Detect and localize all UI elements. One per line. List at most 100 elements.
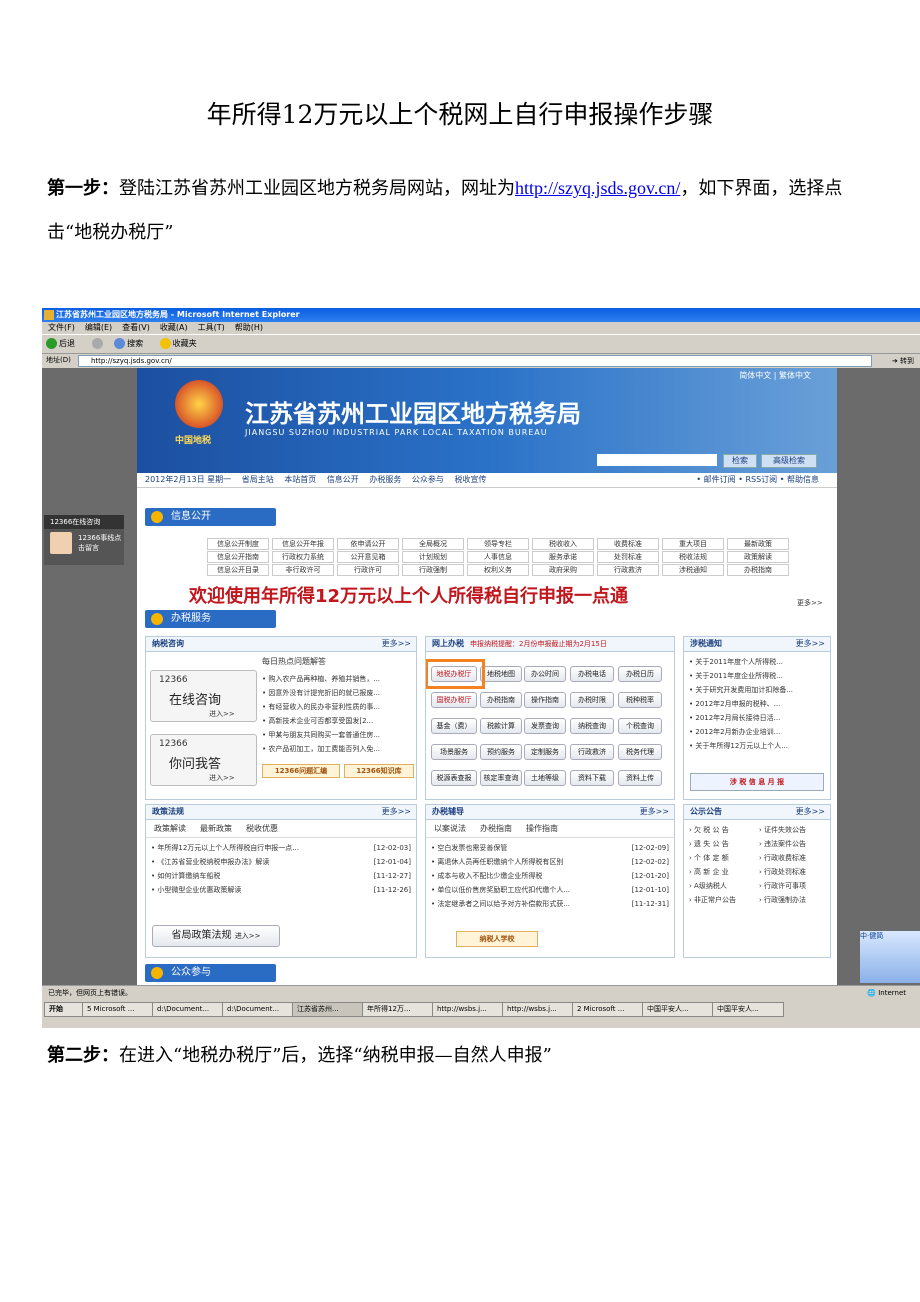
scene-service-button[interactable]: 场景服务: [431, 744, 477, 760]
tab-tax-incentive[interactable]: 税收优惠: [246, 824, 278, 833]
hot-question-item[interactable]: • 高新技术企业可否都享受国发[2...: [262, 714, 380, 728]
info-link[interactable]: 税收收入: [532, 538, 594, 550]
faq-compilation-button[interactable]: 12366问题汇编: [262, 764, 340, 778]
tax-map-button[interactable]: 地税地图: [480, 666, 522, 682]
guide-item[interactable]: • 离退休人员再任职缴纳个人所得税有区别 [12-02-02]: [431, 855, 669, 869]
taskbar-item[interactable]: d:\Document...: [222, 1002, 294, 1017]
tax-monthly-report-button[interactable]: 涉 税 信 息 月 报: [690, 773, 824, 791]
info-link[interactable]: 全局概况: [402, 538, 464, 550]
advanced-search-button[interactable]: 高级检索: [761, 454, 817, 468]
info-link[interactable]: 办税指南: [727, 564, 789, 576]
info-link[interactable]: 税收法规: [662, 551, 724, 563]
address-input[interactable]: http://szyq.jsds.gov.cn/: [78, 355, 872, 367]
info-link[interactable]: 政策解读: [727, 551, 789, 563]
start-button[interactable]: 开始: [44, 1002, 84, 1017]
tab-policy-reading[interactable]: 政策解读: [154, 824, 186, 833]
menu-edit[interactable]: 编辑(E): [85, 323, 112, 332]
guide-item[interactable]: • 空白发票也需妥善保管 [12-02-09]: [431, 841, 669, 855]
back-button[interactable]: 后退: [46, 338, 82, 349]
tab-tax-guide[interactable]: 办税指南: [480, 824, 512, 833]
hot-question-item[interactable]: • 农产品初加工，加工费能否列入免...: [262, 742, 380, 756]
policy-more-link[interactable]: 更多>>: [382, 805, 411, 819]
guide-more-link[interactable]: 更多>>: [640, 805, 669, 819]
menu-tools[interactable]: 工具(T): [198, 323, 225, 332]
taskbar-item[interactable]: http://wsbs.j...: [502, 1002, 574, 1017]
menu-file[interactable]: 文件(F): [48, 323, 75, 332]
notice-item[interactable]: • 关于研究开发费用加计扣除备...: [689, 683, 825, 697]
language-switch[interactable]: 简体中文 | 繁体中文: [739, 370, 811, 381]
info-link[interactable]: 计划规划: [402, 551, 464, 563]
tax-time-limit-button[interactable]: 办税时限: [570, 692, 614, 708]
provincial-policy-button[interactable]: 省局政策法规 进入>>: [152, 925, 280, 947]
source-report-button[interactable]: 税源表查报: [431, 770, 477, 786]
info-link[interactable]: 行政许可: [337, 564, 399, 576]
guide-item[interactable]: • 单位以低价售房奖励职工应代扣代缴个人... [12-01-10]: [431, 883, 669, 897]
go-button[interactable]: ➔ 转到: [892, 355, 914, 368]
tax-rate-button[interactable]: 税种税率: [618, 692, 662, 708]
notice-more-link[interactable]: 更多>>: [796, 637, 825, 651]
info-link[interactable]: 非行政许可: [272, 564, 334, 576]
download-button[interactable]: 资料下载: [570, 770, 614, 786]
guide-item[interactable]: • 法定继承者之间以给予对方补偿款形式获... [11-12-31]: [431, 897, 669, 911]
tab-case-law[interactable]: 以案说法: [434, 824, 466, 833]
menu-favorites[interactable]: 收藏(A): [160, 323, 188, 332]
hot-question-item[interactable]: • 甲某与朋友共同购买一套普通住房...: [262, 728, 380, 742]
hot-question-item[interactable]: • 因意外没有计提完折旧的就已报废...: [262, 686, 380, 700]
info-link[interactable]: 处罚标准: [597, 551, 659, 563]
online-consult-box[interactable]: 12366 在线咨询 进入>>: [150, 670, 257, 722]
info-link[interactable]: 公开意见箱: [337, 551, 399, 563]
public-notice-item[interactable]: › 证件失效公告: [759, 823, 825, 837]
tax-guide-button[interactable]: 办税指南: [480, 692, 522, 708]
info-link[interactable]: 政府采购: [532, 564, 594, 576]
office-hours-button[interactable]: 办公时间: [524, 666, 566, 682]
nav-propaganda[interactable]: 税收宣传: [454, 475, 486, 484]
info-link[interactable]: 依申请公开: [337, 538, 399, 550]
nav-service[interactable]: 办税服务: [369, 475, 401, 484]
tab-operation-guide[interactable]: 操作指南: [526, 824, 558, 833]
booking-service-button[interactable]: 预约服务: [480, 744, 522, 760]
qa-box[interactable]: 12366 你问我答 进入>>: [150, 734, 257, 786]
notice-item[interactable]: • 2012年2月申报的税种、...: [689, 697, 825, 711]
nav-province[interactable]: 省局主站: [242, 475, 274, 484]
info-link[interactable]: 行政权力系统: [272, 551, 334, 563]
public-notice-item[interactable]: › 高 新 企 业: [689, 865, 759, 879]
info-link[interactable]: 收费标准: [597, 538, 659, 550]
info-link[interactable]: 人事信息: [467, 551, 529, 563]
land-grade-button[interactable]: 土地等级: [524, 770, 566, 786]
guide-item[interactable]: • 成本与收入不配比少缴企业所得税 [12-01-20]: [431, 869, 669, 883]
info-link[interactable]: 重大项目: [662, 538, 724, 550]
notice-item[interactable]: • 2012年2月局长接待日活...: [689, 711, 825, 725]
search-submit-button[interactable]: 检索: [723, 454, 757, 468]
chat-widget[interactable]: 中·健简: [860, 931, 920, 983]
notice-item[interactable]: • 关于2011年度企业所得税...: [689, 669, 825, 683]
info-link[interactable]: 行政强制: [402, 564, 464, 576]
admin-relief-button[interactable]: 行政救济: [570, 744, 614, 760]
info-link[interactable]: 信息公开目录: [207, 564, 269, 576]
fund-fee-button[interactable]: 基金（费）: [431, 718, 477, 734]
menu-help[interactable]: 帮助(H): [235, 323, 263, 332]
forward-button[interactable]: [91, 338, 105, 349]
info-link[interactable]: 信息公开指南: [207, 551, 269, 563]
nav-subscribe-links[interactable]: • 邮件订阅 • RSS订阅 • 帮助信息: [696, 473, 819, 487]
info-link[interactable]: 服务承诺: [532, 551, 594, 563]
nav-public[interactable]: 公众参与: [412, 475, 444, 484]
notice-item[interactable]: • 关于2011年度个人所得税...: [689, 655, 825, 669]
public-notice-item[interactable]: › 行政许可事项: [759, 879, 825, 893]
public-notice-item[interactable]: › 行政处罚标准: [759, 865, 825, 879]
tax-calendar-button[interactable]: 办税日历: [618, 666, 662, 682]
custom-service-button[interactable]: 定制服务: [524, 744, 566, 760]
taskbar-item[interactable]: 江苏省苏州...: [292, 1002, 364, 1017]
welcome-banner[interactable]: 欢迎使用年所得12万元以上个人所得税自行申报一点通: [189, 582, 628, 608]
tax-query-button[interactable]: 纳税查询: [570, 718, 614, 734]
nav-home[interactable]: 本站首页: [284, 475, 316, 484]
side-consult-widget[interactable]: 12366在线咨询 12366事线点击留言: [44, 515, 124, 565]
knowledge-base-button[interactable]: 12366知识库: [344, 764, 414, 778]
taskbar-item[interactable]: 2 Microsoft ...: [572, 1002, 644, 1017]
tab-latest-policy[interactable]: 最新政策: [200, 824, 232, 833]
welcome-more-link[interactable]: 更多>>: [797, 598, 823, 608]
personal-tax-query-button[interactable]: 个税查询: [618, 718, 662, 734]
policy-item[interactable]: • 《江苏省营业税纳税申报办法》解读 [12-01-04]: [151, 855, 411, 869]
info-link[interactable]: 领导专栏: [467, 538, 529, 550]
upload-button[interactable]: 资料上传: [618, 770, 662, 786]
national-tax-hall-button[interactable]: 国税办税厅: [431, 692, 477, 708]
